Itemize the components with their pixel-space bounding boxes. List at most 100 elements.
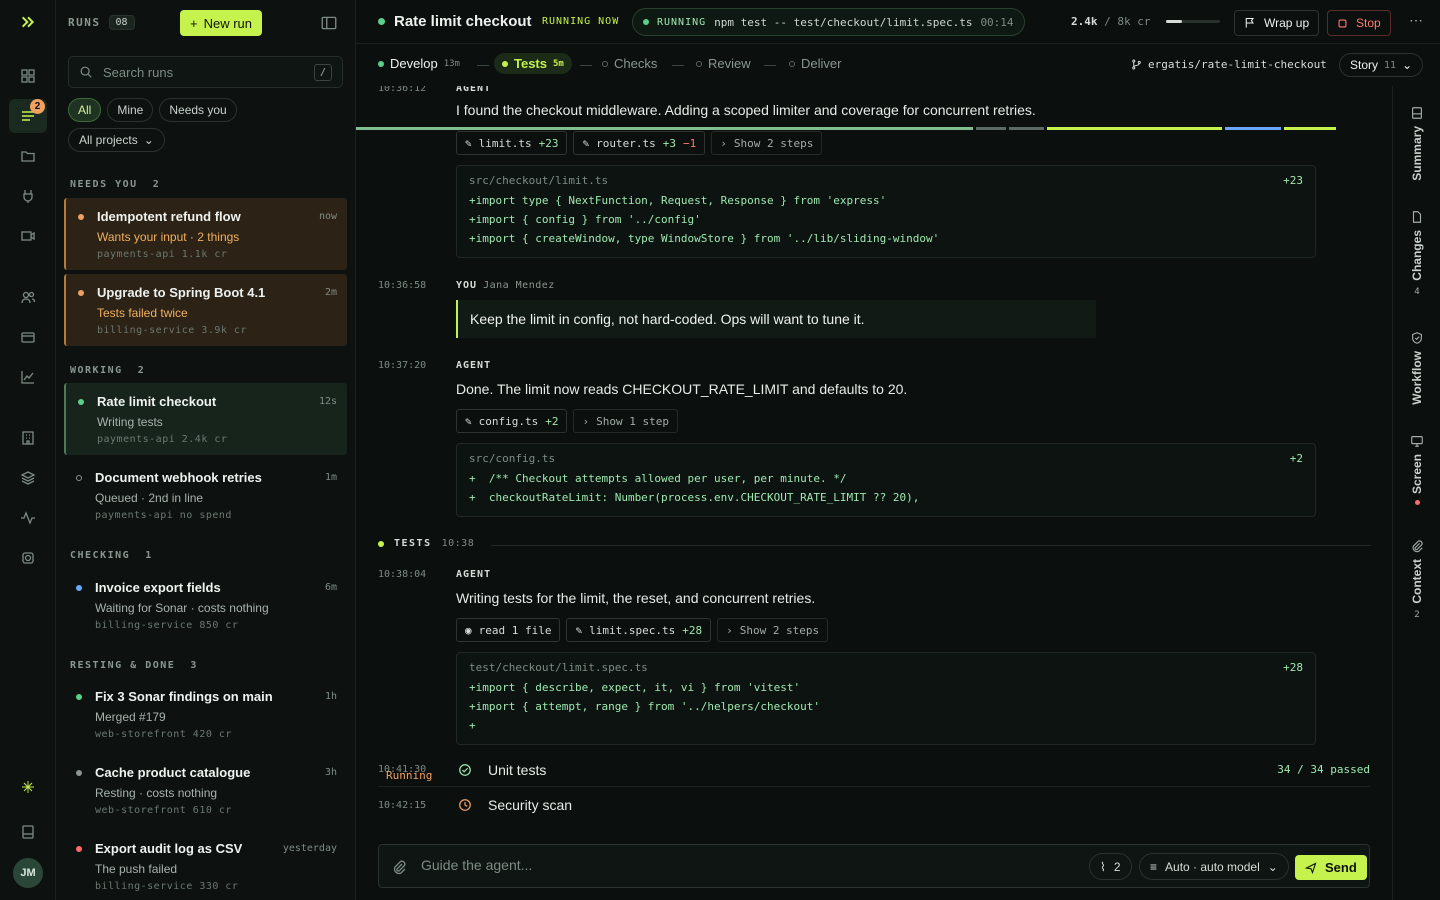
stage-separator — [580, 65, 592, 66]
diff-file: test/checkout/limit.spec.ts — [469, 661, 648, 674]
stage-deliver[interactable]: Deliver — [789, 56, 841, 71]
run-time: now — [318, 211, 337, 222]
diff-count: +28 — [1283, 661, 1303, 674]
settings-gear-icon[interactable] — [9, 541, 47, 575]
logo-icon[interactable] — [9, 5, 47, 39]
show-steps-label: Show 2 steps — [733, 136, 814, 150]
file-chip[interactable]: ✎ limit.spec.ts +28 — [566, 618, 712, 642]
run-item[interactable]: Upgrade to Spring Boot 4.1 2m Tests fail… — [64, 274, 347, 346]
filter-all[interactable]: All — [68, 98, 102, 122]
running-dot — [643, 19, 649, 25]
folder-icon[interactable] — [9, 139, 47, 173]
read-file-chip[interactable]: ◉ read 1 file — [456, 618, 561, 642]
search-icon — [80, 66, 92, 78]
file-chip[interactable]: ✎ router.ts +3 −1 — [573, 131, 706, 155]
run-item[interactable]: Fix 3 Sonar findings on main 1h Merged #… — [64, 678, 347, 750]
run-title: Rate limit checkout — [378, 13, 532, 30]
run-item-selected[interactable]: Rate limit checkout 12s Writing tests pa… — [64, 383, 347, 455]
projects-dropdown[interactable]: All projects ⌄ — [68, 128, 165, 152]
new-run-button[interactable]: + New run — [180, 10, 263, 36]
filter-mine[interactable]: Mine — [107, 98, 154, 122]
wrap-up-button[interactable]: Wrap up — [1234, 10, 1320, 36]
tab-changes[interactable]: Changes 4 — [1393, 210, 1440, 297]
tab-label: Changes — [1410, 230, 1424, 281]
file-chip[interactable]: ✎ limit.ts +23 — [456, 131, 568, 155]
run-item[interactable]: Document webhook retries 1m Queued · 2nd… — [64, 459, 347, 531]
file-chip[interactable]: ✎ config.ts +2 — [456, 409, 568, 433]
user-avatar[interactable]: JM — [13, 858, 43, 888]
tab-screen[interactable]: Screen — [1393, 434, 1440, 506]
diff-preview[interactable]: test/checkout/limit.spec.ts +28 +import … — [456, 652, 1316, 745]
run-meta: billing-service 3.9k cr — [97, 325, 247, 336]
docs-icon[interactable] — [9, 815, 47, 849]
diff-count: +2 — [1289, 452, 1303, 465]
story-dropdown[interactable]: Story 11 ⌄ — [1339, 53, 1424, 77]
tab-summary[interactable]: Summary — [1393, 106, 1440, 181]
run-item[interactable]: Cache product catalogue 3h Resting · cos… — [64, 754, 347, 826]
guide-agent-input[interactable] — [421, 857, 981, 873]
model-selector[interactable]: ≡ Auto · auto model ⌄ — [1139, 853, 1289, 880]
stage-dot — [502, 60, 508, 67]
run-item[interactable]: Export audit log as CSV yesterday The pu… — [64, 830, 347, 900]
group-checking: CHECKING 1 — [70, 550, 153, 561]
branch-label[interactable]: ergatis/rate-limit-checkout — [1131, 58, 1327, 71]
running-command[interactable]: RUNNING npm test -- test/checkout/limit.… — [632, 8, 1025, 36]
edit-pencil-icon: ✎ — [465, 136, 472, 150]
billing-card-icon[interactable] — [9, 320, 47, 354]
show-steps-button[interactable]: › Show 1 step — [573, 409, 678, 433]
entry-time: 10:38:04 — [378, 569, 427, 580]
plug-icon[interactable] — [9, 179, 47, 213]
stage-review[interactable]: Review — [696, 56, 751, 71]
check-row-security-scan[interactable]: 10:42:15 Security scan Running — [378, 769, 1370, 822]
stop-button[interactable]: Stop — [1327, 10, 1391, 36]
search-input[interactable] — [103, 64, 303, 80]
tab-context[interactable]: Context 2 — [1393, 539, 1440, 620]
send-icon — [1305, 861, 1317, 874]
chevron-down-icon: ⌄ — [143, 133, 154, 147]
dashboard-icon[interactable] — [9, 59, 47, 93]
layers-icon[interactable] — [9, 461, 47, 495]
stage-separator — [477, 65, 489, 66]
diff-preview[interactable]: src/checkout/limit.ts +23 +import type {… — [456, 165, 1316, 258]
more-options-icon[interactable]: ⋯ — [1406, 12, 1426, 32]
attachments-button[interactable]: ⌇ 2 — [1089, 853, 1132, 880]
agent-message: I found the checkout middleware. Adding … — [456, 102, 1036, 118]
projects-label: All projects — [79, 133, 138, 147]
sparkle-icon[interactable] — [9, 770, 47, 804]
run-item[interactable]: Idempotent refund flow now Wants your in… — [64, 198, 347, 270]
building-icon[interactable] — [9, 421, 47, 455]
runs-list-icon[interactable]: 2 — [9, 99, 47, 133]
run-name: Idempotent refund flow — [97, 209, 241, 224]
video-icon[interactable] — [9, 219, 47, 253]
filter-needs-you[interactable]: Needs you — [159, 98, 237, 122]
credits-used: 2.4k — [1071, 15, 1098, 28]
entry-author: YOU Jana Mendez — [456, 280, 555, 291]
activity-icon[interactable] — [9, 501, 47, 535]
collapse-sidebar-icon[interactable] — [320, 14, 338, 32]
show-steps-button[interactable]: › Show 2 steps — [717, 618, 829, 642]
section-dot — [378, 540, 384, 547]
tab-label: Workflow — [1410, 351, 1424, 405]
tool-row: ◉ read 1 file ✎ limit.spec.ts +28 › Show… — [456, 618, 829, 642]
summary-icon — [1412, 107, 1422, 119]
stage-tests[interactable]: Tests 5m — [494, 53, 572, 74]
paperclip-icon[interactable] — [391, 859, 407, 875]
run-time: 6m — [324, 582, 337, 593]
tab-workflow[interactable]: Workflow — [1393, 331, 1440, 405]
status-dot — [78, 290, 84, 296]
run-header: Rate limit checkout RUNNING NOW RUNNING … — [356, 0, 1440, 44]
analytics-icon[interactable] — [9, 360, 47, 394]
send-button[interactable]: Send — [1295, 855, 1367, 880]
agent-composer: ⌇ 2 ≡ Auto · auto model ⌄ Send — [378, 844, 1370, 888]
diff-preview[interactable]: src/config.ts +2 + /** Checkout attempts… — [456, 443, 1316, 517]
command-state: RUNNING — [657, 16, 707, 28]
team-icon[interactable] — [9, 280, 47, 314]
run-item[interactable]: Invoice export fields 6m Waiting for Son… — [64, 569, 347, 641]
group-working: WORKING 2 — [70, 365, 146, 376]
show-steps-button[interactable]: › Show 2 steps — [711, 131, 823, 155]
stage-checks[interactable]: Checks — [602, 56, 657, 71]
section-time: 10:38 — [441, 538, 475, 549]
diff-line: +import { createWindow, type WindowStore… — [469, 232, 940, 245]
stage-develop[interactable]: Develop 13m — [378, 56, 460, 71]
chevron-right-icon: › — [726, 623, 733, 637]
